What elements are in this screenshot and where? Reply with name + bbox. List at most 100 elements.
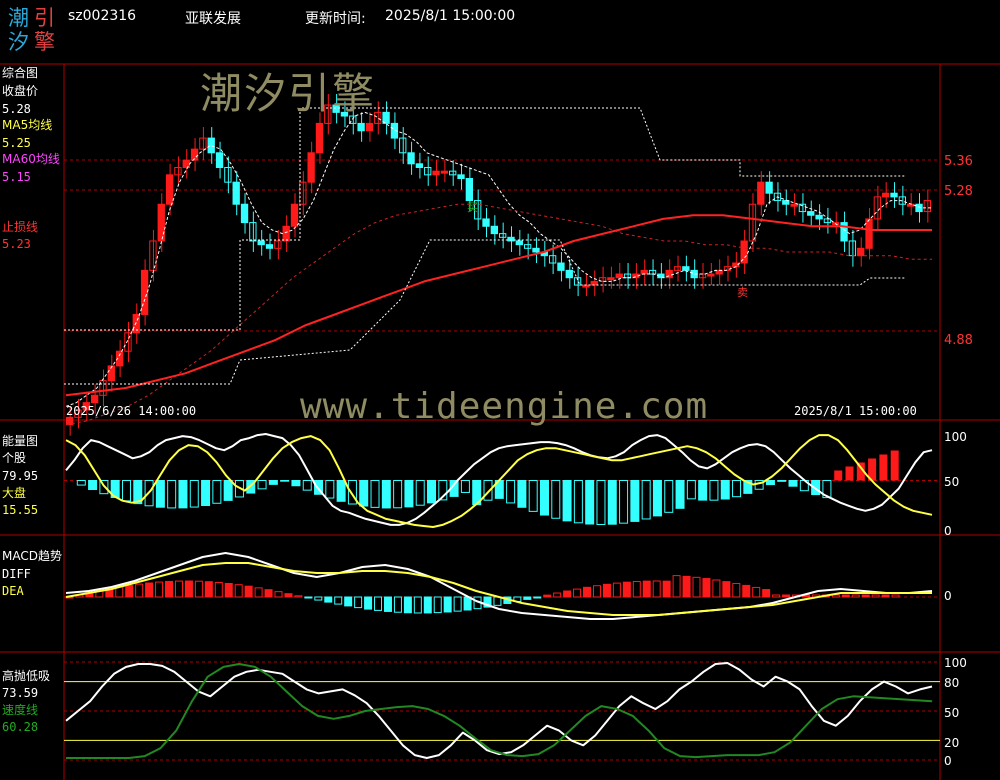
candle	[707, 273, 715, 277]
candle	[315, 122, 324, 154]
energy-bar	[630, 480, 640, 522]
energy-bar	[212, 480, 222, 504]
macd-bar	[563, 590, 572, 598]
macd-bar	[722, 581, 731, 598]
candle	[257, 240, 265, 246]
stock-energy-value: 79.95	[2, 469, 39, 483]
candle	[715, 269, 723, 275]
candle	[215, 152, 224, 168]
energy-bar	[686, 480, 696, 500]
end-date-label: 2025/8/1 15:00:00	[794, 404, 917, 418]
candle	[765, 181, 773, 194]
macd-bar	[662, 580, 671, 598]
macd-bar	[433, 596, 442, 614]
energy-bar	[178, 480, 188, 509]
macd-tick-0: 0	[944, 589, 952, 603]
energy-bar	[607, 480, 617, 525]
candle	[815, 214, 823, 220]
macd-diff-line	[65, 552, 933, 620]
candle	[457, 174, 465, 180]
candle	[449, 170, 457, 176]
candle	[465, 178, 474, 202]
macd-bar	[155, 581, 164, 598]
osc-tick-20: 20	[944, 736, 960, 750]
macd-bar	[702, 578, 711, 598]
candle	[882, 192, 890, 198]
candle	[615, 273, 623, 279]
macd-bar	[553, 592, 562, 598]
macd-bar	[145, 582, 154, 598]
energy-bar	[460, 480, 470, 493]
energy-bar	[765, 480, 775, 486]
energy-bar	[562, 480, 572, 522]
candle	[673, 266, 682, 271]
energy-bar	[517, 480, 527, 508]
stop-label: 止损线	[2, 220, 39, 234]
energy-bar	[76, 480, 86, 486]
macd-bar	[642, 580, 651, 598]
main-panel-title: 综合图	[2, 66, 39, 80]
candle	[740, 240, 748, 264]
macd-bar	[135, 583, 144, 598]
macd-bar	[851, 594, 860, 598]
macd-bar	[174, 580, 183, 598]
osc-value: 73.59	[2, 686, 39, 700]
macd-bar	[881, 594, 890, 598]
macd-bar	[592, 585, 601, 598]
market-energy-label: 大盘	[2, 486, 27, 500]
energy-bar	[528, 480, 538, 512]
macd-bar	[344, 596, 353, 607]
macd-bar	[274, 591, 283, 598]
energy-bar	[257, 480, 267, 490]
macd-bar	[752, 586, 761, 598]
candle	[440, 170, 449, 174]
macd-bar	[632, 581, 641, 598]
macd-bar	[294, 595, 303, 598]
energy-bar	[393, 480, 403, 509]
candle	[365, 122, 374, 132]
candle	[890, 192, 898, 198]
candle	[157, 203, 165, 242]
candle	[190, 148, 199, 161]
macd-bar	[204, 581, 213, 598]
buy-marker: 买	[467, 201, 478, 214]
candle	[557, 262, 565, 271]
macd-bar	[194, 580, 203, 598]
candle	[432, 170, 440, 176]
macd-bar	[533, 596, 542, 599]
stock-energy-label: 个股	[2, 451, 27, 465]
chart-stage: 潮 汐 引 擎 sz002316 亚联发展 更新时间: 2025/8/1 15:…	[0, 0, 1000, 780]
macd-bar	[463, 596, 472, 611]
macd-bar	[354, 596, 363, 609]
candle	[424, 166, 432, 176]
lower-band	[64, 239, 905, 385]
osc-tick-80: 80	[944, 676, 960, 690]
macd-bar	[543, 594, 552, 598]
osc-panel-title: 高抛低吸	[2, 669, 51, 683]
energy-bar	[167, 480, 177, 509]
macd-bar	[583, 586, 592, 598]
macd-bar	[254, 587, 263, 598]
macd-bar	[861, 594, 870, 598]
price-tick-low: 4.88	[944, 333, 973, 348]
energy-bar	[551, 480, 561, 519]
energy-bar	[325, 480, 335, 499]
candle	[265, 244, 274, 249]
candle	[207, 137, 215, 154]
candle	[682, 266, 690, 271]
energy-bar	[788, 480, 798, 487]
energy-bar	[641, 480, 651, 520]
macd-bar	[652, 580, 661, 598]
speed-label: 速度线	[2, 703, 39, 717]
macd-bar	[403, 596, 412, 614]
candle	[607, 277, 615, 281]
candle	[415, 163, 424, 168]
energy-bar	[619, 480, 629, 524]
close-label: 收盘价	[2, 84, 39, 98]
energy-bar	[709, 480, 719, 501]
candle	[140, 269, 149, 315]
macd-bar	[125, 585, 134, 598]
macd-bar	[314, 596, 323, 601]
macd-panel-title: MACD趋势	[2, 549, 62, 563]
energy-bar	[585, 480, 595, 525]
